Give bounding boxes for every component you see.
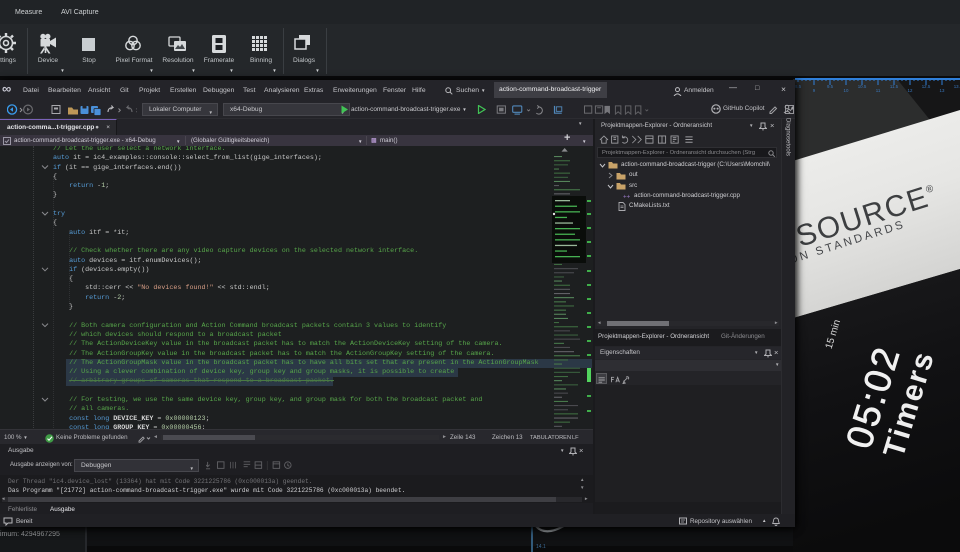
- svg-text:12.5: 12.5: [922, 84, 931, 89]
- svg-text:12: 12: [908, 88, 913, 93]
- svg-text:14.1: 14.1: [536, 544, 546, 550]
- svg-text:9.5: 9.5: [827, 84, 834, 89]
- svg-text:11.5: 11.5: [890, 84, 899, 89]
- svg-text:10.5: 10.5: [858, 84, 867, 89]
- svg-text:13.5: 13.5: [954, 84, 960, 89]
- svg-text:8.5: 8.5: [795, 84, 802, 89]
- svg-text:10: 10: [844, 88, 849, 93]
- svg-text:13: 13: [940, 88, 945, 93]
- svg-text:11: 11: [876, 88, 881, 93]
- svg-text:++: ++: [623, 194, 631, 201]
